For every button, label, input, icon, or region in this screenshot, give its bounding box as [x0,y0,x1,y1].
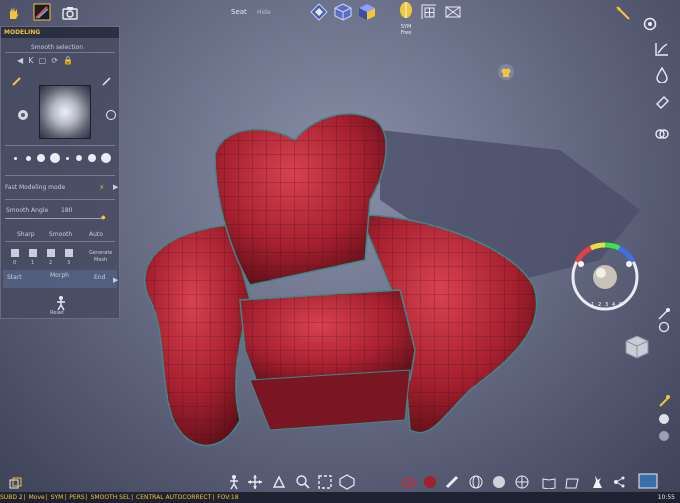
eraser-icon[interactable] [653,92,671,110]
move-icon[interactable] [246,473,264,491]
brush-dot[interactable] [88,154,96,162]
clock: 10:55 [657,494,675,501]
smooth-angle-value: 180 [61,207,73,214]
color-slot-5[interactable]: 5 [619,302,622,308]
smooth-option[interactable]: Smooth [49,231,72,238]
brush-falloff-preview[interactable] [39,85,91,139]
morph-label: Morph [50,272,69,279]
brush-dot[interactable] [66,157,69,160]
subdiv-3[interactable]: 3 [67,260,70,266]
status-smooth-sel: SMOOTH SEL [90,494,131,501]
refresh-icon[interactable] [641,15,659,33]
status-subd: SUBD 2 [0,494,23,501]
status-sym: SYM [50,494,64,501]
subdiv-2[interactable]: 2 [49,260,52,266]
brush-dot[interactable] [76,155,82,161]
brush-size-icon[interactable] [7,71,27,91]
layers-icon[interactable] [6,474,24,492]
book-icon[interactable] [540,474,558,492]
chevron-right-icon[interactable]: ▶ [113,276,118,284]
wire-sphere-icon[interactable] [467,473,485,491]
color-wheel[interactable]: 1 2 3 4 5 [569,240,641,314]
panel-title: MODELING [1,27,119,38]
brush-dot[interactable] [26,156,31,161]
selection-tool-icons[interactable]: ◀ K ▢ ⟳ 🔒 [17,56,73,65]
chevron-right-icon[interactable]: ▶ [113,183,118,191]
material-sphere-icon[interactable] [421,473,439,491]
color-slot-3[interactable]: 3 [605,302,608,308]
link-icon[interactable] [653,125,671,143]
rabbit-icon[interactable] [588,473,606,491]
frame-icon[interactable] [316,473,334,491]
morph-start[interactable]: Start [7,274,22,281]
cube-view-icon[interactable] [338,473,356,491]
status-pers: PERS [69,494,85,501]
panel-icon[interactable] [563,474,581,492]
color-slot-2[interactable]: 2 [598,302,601,308]
brush-dot[interactable] [37,154,45,162]
circle-toggle-icon[interactable] [101,105,121,125]
drop-icon[interactable] [653,66,671,84]
color-slot-4[interactable]: 4 [612,302,615,308]
generate-label[interactable]: Generate [89,250,112,256]
fast-mode-label[interactable]: Fast Modeling mode [5,184,65,191]
network-icon[interactable] [610,473,628,491]
slider-handle[interactable]: ◆ [101,214,106,221]
morph-end[interactable]: End [94,274,105,281]
pen-tool-icon[interactable] [614,4,632,22]
subdiv-1[interactable]: 1 [31,260,34,266]
select-figure-icon[interactable] [225,473,243,491]
status-tool: Move [28,494,45,501]
globe-icon[interactable] [513,473,531,491]
status-autocorrect: CENTRAL AUTOCORRECT [136,494,212,501]
modeling-panel: MODELING Smooth selection ◀ K ▢ ⟳ 🔒 Fast… [0,26,120,319]
brush-dot[interactable] [101,153,111,163]
eye-icon[interactable] [400,474,418,492]
auto-option[interactable]: Auto [89,231,103,238]
color-slot-1[interactable]: 1 [591,302,594,308]
falloff-icon[interactable] [13,105,33,125]
status-fov: FOV:18 [217,494,239,501]
shaded-sphere-icon[interactable] [490,473,508,491]
transform-icon[interactable] [270,473,288,491]
sphere-white-icon[interactable] [655,410,673,428]
strip-icon[interactable] [443,473,461,491]
navigation-cube-icon[interactable] [625,335,649,359]
reset-button[interactable]: Reset [50,310,64,316]
pen-icon[interactable] [97,71,117,91]
smooth-selection-label: Smooth selection [31,44,84,51]
smooth-angle-slider[interactable] [5,218,105,219]
mesh-label[interactable]: Mesh [94,257,107,263]
light-icon[interactable] [655,392,673,410]
sharp-option[interactable]: Sharp [17,231,35,238]
brush-dot[interactable] [50,153,60,163]
zoom-icon[interactable] [294,473,312,491]
lightning-icon[interactable]: ⚡ [99,183,105,192]
graph-icon[interactable] [653,40,671,58]
brush-dot[interactable] [14,157,17,160]
subdiv-0[interactable]: 0 [13,260,16,266]
sphere-grey-icon[interactable] [655,427,673,445]
smooth-angle-label: Smooth Angle [6,207,49,214]
screen-icon[interactable] [638,472,658,490]
subdiv-levels[interactable]: 0 1 2 3 [11,249,91,269]
status-bar: SUBD 2| Move| SYM| PERS| SMOOTH SEL| CEN… [0,492,680,503]
rotate-icon[interactable] [655,318,673,336]
